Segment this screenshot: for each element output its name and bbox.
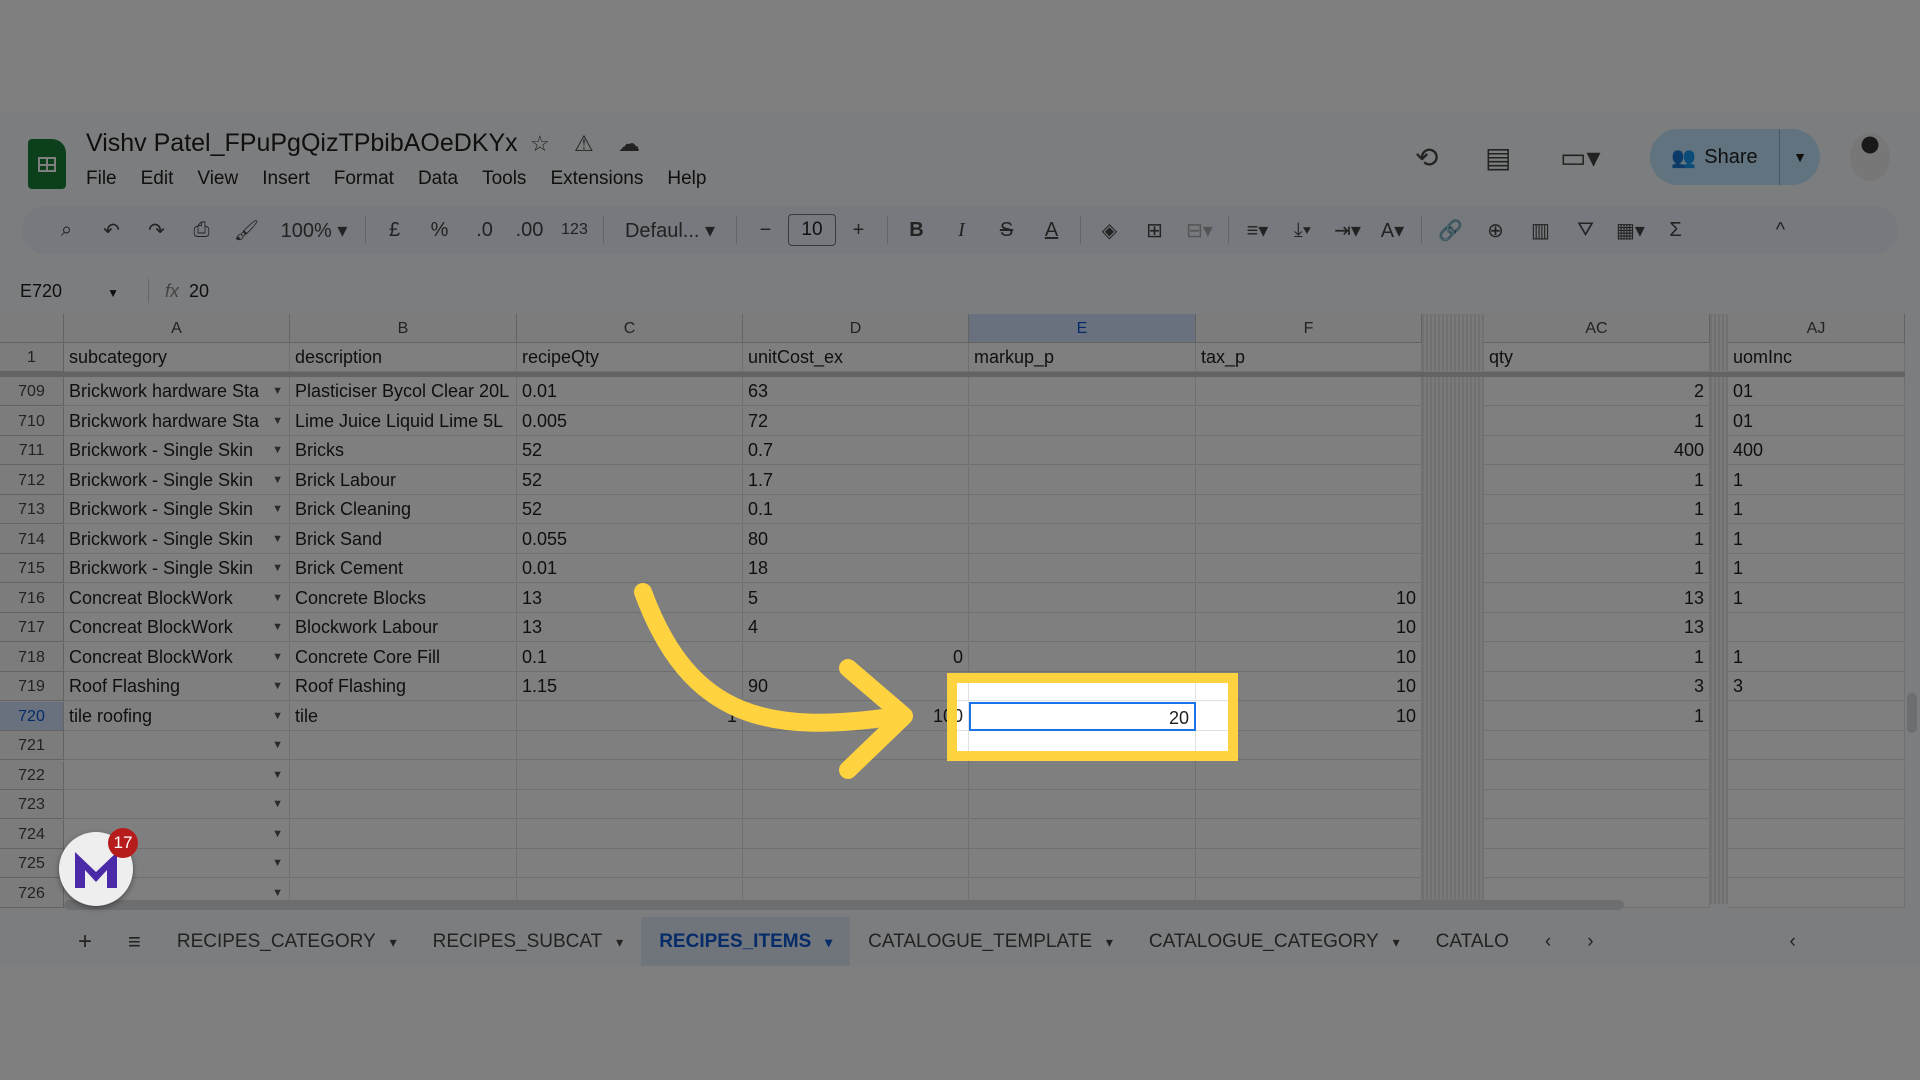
notification-badge: 17 (108, 828, 138, 858)
arrow-annotation (634, 583, 913, 779)
arrow-curve (634, 583, 907, 732)
